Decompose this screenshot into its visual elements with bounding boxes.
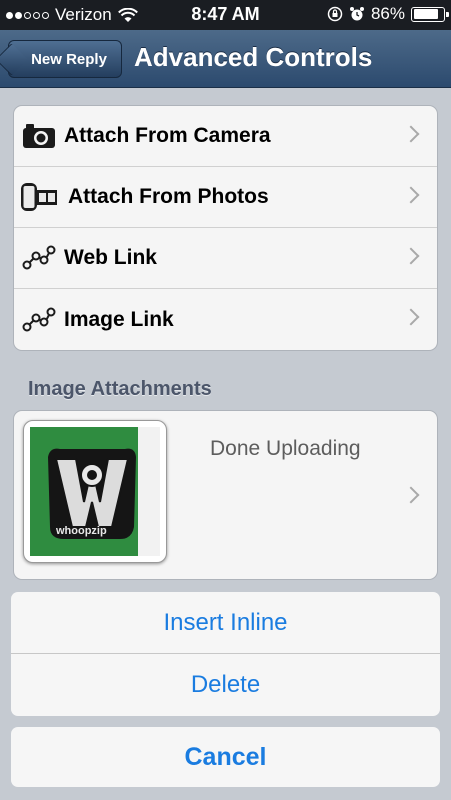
cancel-button[interactable]: Cancel — [11, 727, 440, 787]
rotation-lock-icon — [327, 6, 343, 22]
chevron-right-icon — [402, 247, 420, 265]
chevron-right-icon — [402, 186, 420, 204]
status-right: 86% — [327, 4, 449, 24]
upload-status: Done Uploading — [210, 437, 361, 460]
attachment-thumbnail: whoopzip — [23, 420, 167, 563]
menu-item-label: Attach From Photos — [68, 185, 269, 208]
battery-percent: 86% — [370, 4, 405, 23]
back-button-label: New Reply — [31, 50, 107, 68]
menu-item-attach-photos[interactable]: Attach From Photos — [14, 167, 437, 228]
menu-item-label: Image Link — [64, 307, 174, 331]
action-sheet: Insert Inline Delete Cancel — [0, 580, 451, 800]
chevron-right-icon — [402, 308, 420, 326]
alarm-icon — [349, 7, 364, 21]
section-header: Image Attachments — [28, 378, 212, 400]
film-icon — [14, 182, 64, 212]
menu-item-image-link[interactable]: Image Link — [14, 289, 437, 350]
battery-icon — [411, 6, 449, 22]
delete-button[interactable]: Delete — [11, 654, 440, 716]
action-sheet-group: Insert Inline Delete — [11, 592, 440, 716]
back-button[interactable]: New Reply — [8, 40, 122, 78]
camera-icon — [14, 123, 64, 149]
menu-item-web-link[interactable]: Web Link — [14, 228, 437, 289]
insert-inline-button[interactable]: Insert Inline — [11, 592, 440, 654]
attach-options-group: Attach From Camera Attach From Photos We… — [13, 105, 438, 351]
page-title: Advanced Controls — [134, 42, 373, 72]
menu-item-label: Attach From Camera — [64, 124, 271, 147]
menu-item-label: Web Link — [64, 246, 157, 269]
patch-image: whoopzip — [30, 427, 160, 556]
link-icon — [14, 245, 64, 271]
link-icon — [14, 307, 64, 333]
menu-item-attach-camera[interactable]: Attach From Camera — [14, 106, 437, 167]
chevron-right-icon — [402, 486, 420, 504]
patch-text: whoopzip — [56, 525, 107, 537]
attachment-item[interactable]: whoopzip Done Uploading — [13, 410, 438, 580]
navigation-bar: New Reply Advanced Controls — [0, 30, 451, 88]
status-bar: Verizon 8:47 AM 86% — [0, 0, 451, 30]
chevron-right-icon — [402, 125, 420, 143]
